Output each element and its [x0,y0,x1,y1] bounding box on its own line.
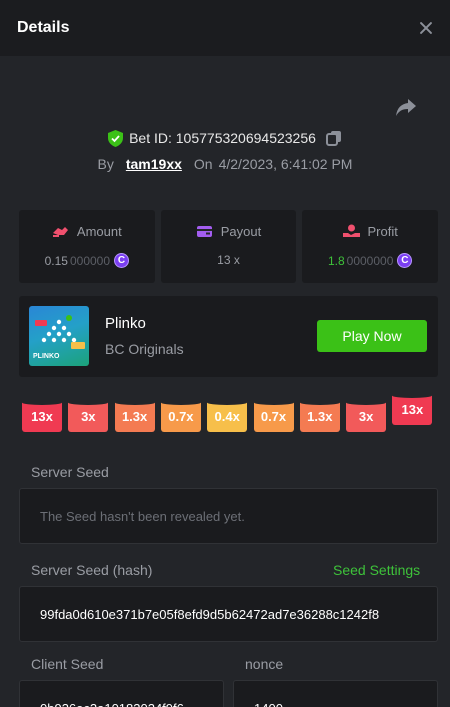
payout-label: Payout [220,224,262,239]
game-provider: BC Originals [105,341,184,357]
amount-card: Amount 0.15 000000 C [19,210,155,283]
profit-value-main: 1.8 [327,253,345,268]
game-name: Plinko [105,315,146,332]
server-seed-hash-field[interactable]: 99fda0d610e371b7e05f8efd9d5b62472ad7e362… [19,586,438,642]
payout-value-text: 13 x [217,253,240,267]
profit-card: Profit 1.8 0000000 C [302,210,439,283]
multiplier-chip: 0.7x [253,400,294,432]
multiplier-chip: 1.3x [299,400,340,432]
amount-icon [52,227,68,237]
shield-check-icon [108,129,124,147]
coin-icon: C [397,253,413,268]
nonce-label: nonce [245,656,284,672]
multiplier-chip: 3x [346,400,387,432]
amount-value-trailing: 000000 [69,253,111,268]
server-seed-label: Server Seed [31,464,109,480]
multiplier-chip: 13x [22,400,62,432]
profit-icon [342,224,360,237]
server-seed-field: The Seed hasn't been revealed yet. [19,488,438,544]
bet-stats: Amount 0.15000000 C Payout 13 x Profit [19,210,439,283]
close-icon[interactable] [418,20,434,36]
details-header: Details [0,0,450,56]
profit-value: 1.8 0000000 C [327,253,413,268]
wallet-icon [196,226,212,237]
server-seed-hash-label: Server Seed (hash) [31,562,153,578]
coin-icon: C [114,253,130,268]
user-link[interactable]: tam19xx [126,156,182,172]
copy-icon[interactable] [325,130,342,146]
play-now-button[interactable]: Play Now [317,320,427,352]
payout-card: Payout 13 x [160,210,297,283]
game-card: PLINKO Plinko BC Originals Play Now [19,296,438,377]
amount-label: Amount [76,224,122,239]
multiplier-chip: 1.3x [114,400,155,432]
multiplier-row: 13x 3x 1.3x 0.7x 0.4x 0.7x 1.3x 3x 13x [22,393,438,434]
bet-id-row: Bet ID: 105775320694523256 [0,128,450,148]
on-label: On [193,156,213,172]
bet-datetime: 4/2/2023, 6:41:02 PM [218,156,353,172]
multiplier-chip: 13x [392,393,433,425]
profit-label: Profit [367,224,398,239]
client-seed-field[interactable]: 0b936ec2a10183024f9f6 [19,680,224,707]
nonce-field[interactable]: 1400 [233,680,438,707]
seed-settings-link[interactable]: Seed Settings [333,562,420,578]
thumbnail-label: PLINKO [33,353,60,360]
profit-value-trailing: 0000000 [346,253,394,268]
multiplier-chip: 0.7x [160,400,201,432]
amount-value: 0.15 000000 C [44,253,130,268]
bet-id: Bet ID: 105775320694523256 [129,130,316,146]
page-title: Details [17,19,70,36]
multiplier-chip: 3x [68,400,109,432]
client-seed-label: Client Seed [31,656,104,672]
by-label: By [97,156,114,172]
share-icon[interactable] [395,97,417,117]
bet-author-row: By tam19xx On 4/2/2023, 6:41:02 PM [0,154,450,174]
amount-value-main: 0.15 [44,253,68,268]
multiplier-chip: 0.4x [207,400,248,432]
plinko-thumbnail: PLINKO [29,306,89,366]
payout-value: 13 x [217,253,240,267]
